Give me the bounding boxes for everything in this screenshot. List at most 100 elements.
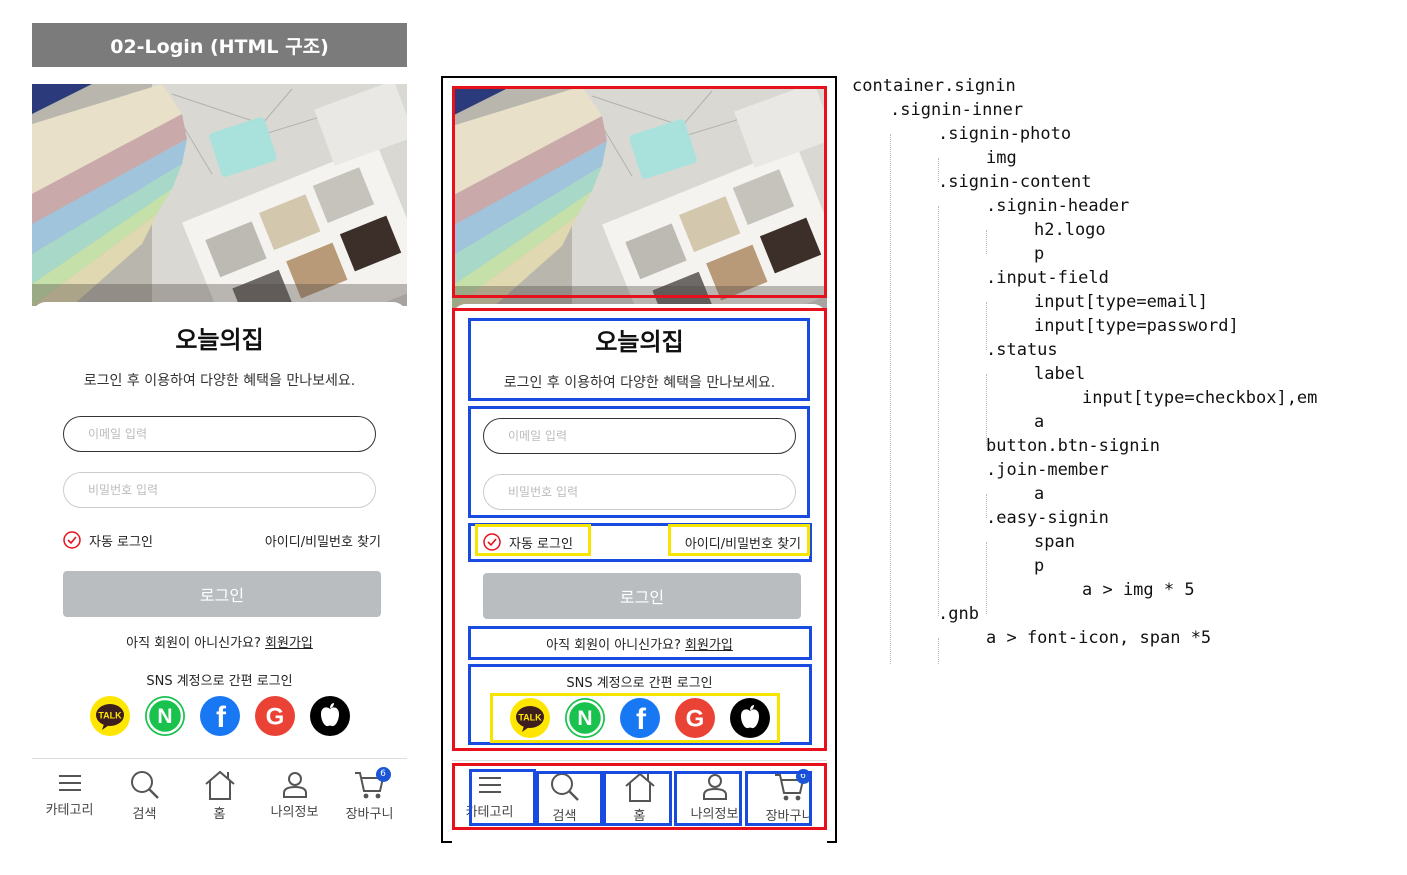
- find-account-link[interactable]: 아이디/비밀번호 찾기: [685, 533, 801, 552]
- user-icon: [702, 774, 727, 800]
- indent-guide: [938, 206, 939, 616]
- join-link[interactable]: 회원가입: [265, 636, 313, 651]
- facebook-login-button[interactable]: f: [620, 698, 660, 738]
- code-line: h2.logo: [1034, 220, 1106, 240]
- code-line: .signin-inner: [890, 100, 1024, 120]
- email-input[interactable]: [63, 416, 376, 452]
- home-icon: [204, 770, 235, 800]
- gnb-item-category[interactable]: 카테고리: [457, 771, 523, 846]
- sns-login-row: TALK N f G: [510, 698, 770, 740]
- gnb-label: 장바구니: [345, 807, 394, 822]
- gnb-item-home[interactable]: 홈: [607, 771, 673, 846]
- cart-badge: 6: [795, 769, 811, 784]
- auto-login-checkbox[interactable]: 자동 로그인: [63, 531, 153, 550]
- signin-photo: [452, 86, 827, 308]
- indent-guide: [986, 230, 987, 254]
- auto-login-label: 자동 로그인: [89, 534, 153, 550]
- apple-login-button[interactable]: [310, 696, 350, 736]
- gnb-label: 검색: [552, 809, 577, 824]
- gnb-label: 나의정보: [270, 805, 319, 820]
- cart-badge: 6: [375, 767, 391, 782]
- code-line: .gnb: [938, 604, 979, 624]
- join-prompt: 아직 회원이 아니신가요?: [126, 636, 261, 651]
- logo: 오늘의집: [595, 328, 684, 356]
- password-input[interactable]: [63, 472, 376, 508]
- phone-preview: 오늘의집 로그인 후 이용하여 다양한 혜택을 만나보세요. 자동 로그인 아이…: [32, 84, 407, 844]
- status-row: 자동 로그인 아이디/비밀번호 찾기: [63, 528, 381, 552]
- auto-login-checkbox[interactable]: 자동 로그인: [483, 533, 573, 552]
- naver-icon: N: [566, 699, 604, 737]
- gnb-item-search[interactable]: 검색: [532, 771, 598, 846]
- gnb: 카테고리 검색 홈 나의정보 6 장바구니: [32, 758, 407, 844]
- gnb-label: 홈: [633, 809, 646, 824]
- search-icon: [130, 771, 159, 799]
- check-circle-icon: [483, 533, 501, 551]
- google-login-button[interactable]: G: [255, 696, 295, 736]
- apple-icon: [741, 705, 759, 729]
- naver-login-button[interactable]: N: [565, 698, 605, 738]
- indent-guide: [938, 638, 939, 664]
- signin-content: 오늘의집 로그인 후 이용하여 다양한 혜택을 만나보세요. 자동 로그인 아이…: [452, 304, 827, 760]
- code-line: container.signin: [852, 76, 1016, 96]
- gnb-label: 카테고리: [465, 805, 514, 820]
- email-input[interactable]: [483, 418, 796, 454]
- gnb-label: 검색: [132, 807, 157, 822]
- code-line: a > img * 5: [1082, 580, 1195, 600]
- svg-text:f: f: [216, 701, 227, 734]
- gnb-item-mypage[interactable]: 나의정보: [262, 769, 328, 844]
- join-prompt: 아직 회원이 아니신가요?: [546, 638, 681, 653]
- gnb-item-cart[interactable]: 6 장바구니: [337, 767, 403, 844]
- google-login-button[interactable]: G: [675, 698, 715, 738]
- code-line: input[type=password]: [1034, 316, 1239, 336]
- code-line: img: [986, 148, 1017, 168]
- code-line: a: [1034, 484, 1045, 504]
- home-icon: [624, 772, 655, 802]
- login-button[interactable]: 로그인: [63, 571, 381, 617]
- join-link[interactable]: 회원가입: [685, 638, 733, 653]
- gnb-label: 카테고리: [45, 803, 94, 818]
- check-circle-icon: [63, 531, 81, 549]
- gnb-item-cart[interactable]: 6 장바구니: [757, 769, 823, 846]
- menu-icon: [58, 775, 81, 791]
- sns-login-row: TALK N f G: [90, 696, 350, 738]
- code-line: input[type=email]: [1034, 292, 1208, 312]
- kakao-talk-icon: TALK: [96, 704, 124, 730]
- code-line: a: [1034, 412, 1045, 432]
- code-line: .join-member: [986, 460, 1109, 480]
- logo: 오늘의집: [175, 326, 264, 354]
- naver-login-button[interactable]: N: [145, 696, 185, 736]
- password-input[interactable]: [483, 474, 796, 510]
- find-account-link[interactable]: 아이디/비밀번호 찾기: [265, 531, 381, 550]
- signin-photo: [32, 84, 407, 306]
- code-line: .signin-photo: [938, 124, 1072, 144]
- code-line: .input-field: [986, 268, 1109, 288]
- facebook-login-button[interactable]: f: [200, 696, 240, 736]
- signin-content: 오늘의집 로그인 후 이용하여 다양한 혜택을 만나보세요. 자동 로그인 아이…: [32, 302, 407, 758]
- gnb-item-category[interactable]: 카테고리: [37, 769, 103, 844]
- material-samples-photo: [32, 84, 407, 306]
- code-line: .status: [986, 340, 1058, 360]
- gnb-item-home[interactable]: 홈: [187, 769, 253, 844]
- code-line: p: [1034, 556, 1045, 576]
- join-member: 아직 회원이 아니신가요? 회원가입: [32, 632, 407, 651]
- kakao-login-button[interactable]: TALK: [510, 698, 550, 738]
- svg-text:N: N: [157, 705, 172, 728]
- gnb-item-search[interactable]: 검색: [112, 769, 178, 844]
- apple-icon: [321, 703, 339, 727]
- apple-login-button[interactable]: [730, 698, 770, 738]
- gnb-item-mypage[interactable]: 나의정보: [682, 771, 748, 846]
- svg-text:TALK: TALK: [98, 711, 122, 721]
- page-title: 02-Login (HTML 구조): [32, 23, 407, 67]
- kakao-login-button[interactable]: TALK: [90, 696, 130, 736]
- code-line: button.btn-signin: [986, 436, 1160, 456]
- code-line: .easy-signin: [986, 508, 1109, 528]
- gnb: 카테고리 검색 홈 나의정보 6 장바구니: [452, 760, 827, 846]
- join-member: 아직 회원이 아니신가요? 회원가입: [452, 634, 827, 653]
- code-line: .signin-content: [938, 172, 1092, 192]
- code-line: p: [1034, 244, 1045, 264]
- signin-subtitle: 로그인 후 이용하여 다양한 혜택을 만나보세요.: [83, 373, 356, 389]
- code-line: label: [1034, 364, 1086, 384]
- menu-icon: [478, 777, 501, 793]
- gnb-label: 장바구니: [765, 809, 814, 824]
- login-button[interactable]: 로그인: [483, 573, 801, 619]
